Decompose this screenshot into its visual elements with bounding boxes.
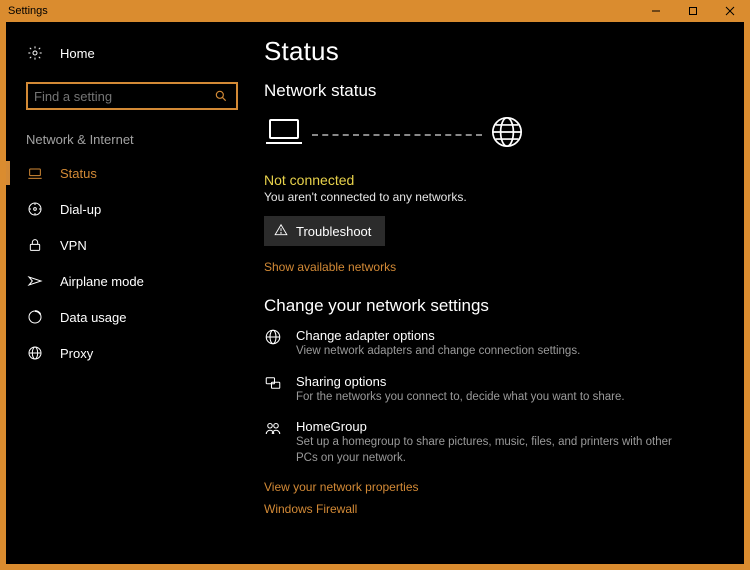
troubleshoot-button[interactable]: Troubleshoot (264, 216, 385, 246)
sidebar-item-dialup[interactable]: Dial-up (6, 191, 250, 227)
network-diagram (264, 115, 722, 154)
close-button[interactable] (711, 0, 748, 22)
sidebar-item-datausage[interactable]: Data usage (6, 299, 250, 335)
globe-icon (490, 115, 524, 154)
option-desc: Set up a homegroup to share pictures, mu… (296, 435, 684, 466)
show-networks-link[interactable]: Show available networks (264, 260, 722, 274)
search-field[interactable] (34, 89, 212, 104)
status-subtext: You aren't connected to any networks. (264, 190, 722, 204)
homegroup-icon (264, 419, 282, 437)
page-title: Status (264, 36, 722, 67)
sidebar-item-proxy[interactable]: Proxy (6, 335, 250, 371)
sidebar-item-label: Proxy (60, 346, 93, 361)
window-frame: Settings Home Networ (0, 0, 750, 570)
main-panel: Status Network status Not connected You … (250, 22, 744, 564)
sidebar-item-vpn[interactable]: VPN (6, 227, 250, 263)
option-homegroup[interactable]: HomeGroup Set up a homegroup to share pi… (264, 419, 684, 466)
sidebar-item-label: Airplane mode (60, 274, 144, 289)
option-label: HomeGroup (296, 419, 684, 434)
view-properties-link[interactable]: View your network properties (264, 480, 722, 494)
troubleshoot-label: Troubleshoot (296, 224, 371, 239)
sidebar-item-status[interactable]: Status (6, 155, 250, 191)
sidebar-nav: Status Dial-up VPN (6, 155, 250, 371)
gear-icon (26, 44, 44, 62)
airplane-icon (26, 272, 44, 290)
firewall-link[interactable]: Windows Firewall (264, 502, 722, 516)
option-sharing[interactable]: Sharing options For the networks you con… (264, 374, 684, 406)
datausage-icon (26, 308, 44, 326)
client-area: Home Network & Internet Status (6, 22, 744, 564)
status-heading: Not connected (264, 172, 722, 188)
section-title: Network status (264, 81, 722, 101)
change-settings-header: Change your network settings (264, 296, 722, 316)
dialup-icon (26, 200, 44, 218)
sidebar: Home Network & Internet Status (6, 22, 250, 564)
connection-line (312, 134, 482, 136)
proxy-icon (26, 344, 44, 362)
option-label: Change adapter options (296, 328, 580, 343)
warning-icon (274, 223, 288, 240)
laptop-icon (264, 116, 304, 153)
sidebar-item-label: VPN (60, 238, 87, 253)
titlebar: Settings (0, 0, 750, 22)
category-header: Network & Internet (6, 110, 250, 155)
sharing-icon (264, 374, 282, 392)
status-icon (26, 164, 44, 182)
home-button[interactable]: Home (6, 36, 250, 70)
sidebar-item-label: Data usage (60, 310, 127, 325)
sidebar-item-label: Dial-up (60, 202, 101, 217)
option-label: Sharing options (296, 374, 625, 389)
vpn-icon (26, 236, 44, 254)
window-title: Settings (8, 5, 48, 17)
sidebar-item-airplane[interactable]: Airplane mode (6, 263, 250, 299)
home-label: Home (60, 46, 95, 61)
option-desc: View network adapters and change connect… (296, 344, 580, 360)
search-icon (212, 87, 230, 105)
option-adapter[interactable]: Change adapter options View network adap… (264, 328, 684, 360)
option-desc: For the networks you connect to, decide … (296, 390, 625, 406)
minimize-button[interactable] (637, 0, 674, 22)
adapter-icon (264, 328, 282, 346)
sidebar-item-label: Status (60, 166, 97, 181)
search-input[interactable] (26, 82, 238, 110)
maximize-button[interactable] (674, 0, 711, 22)
